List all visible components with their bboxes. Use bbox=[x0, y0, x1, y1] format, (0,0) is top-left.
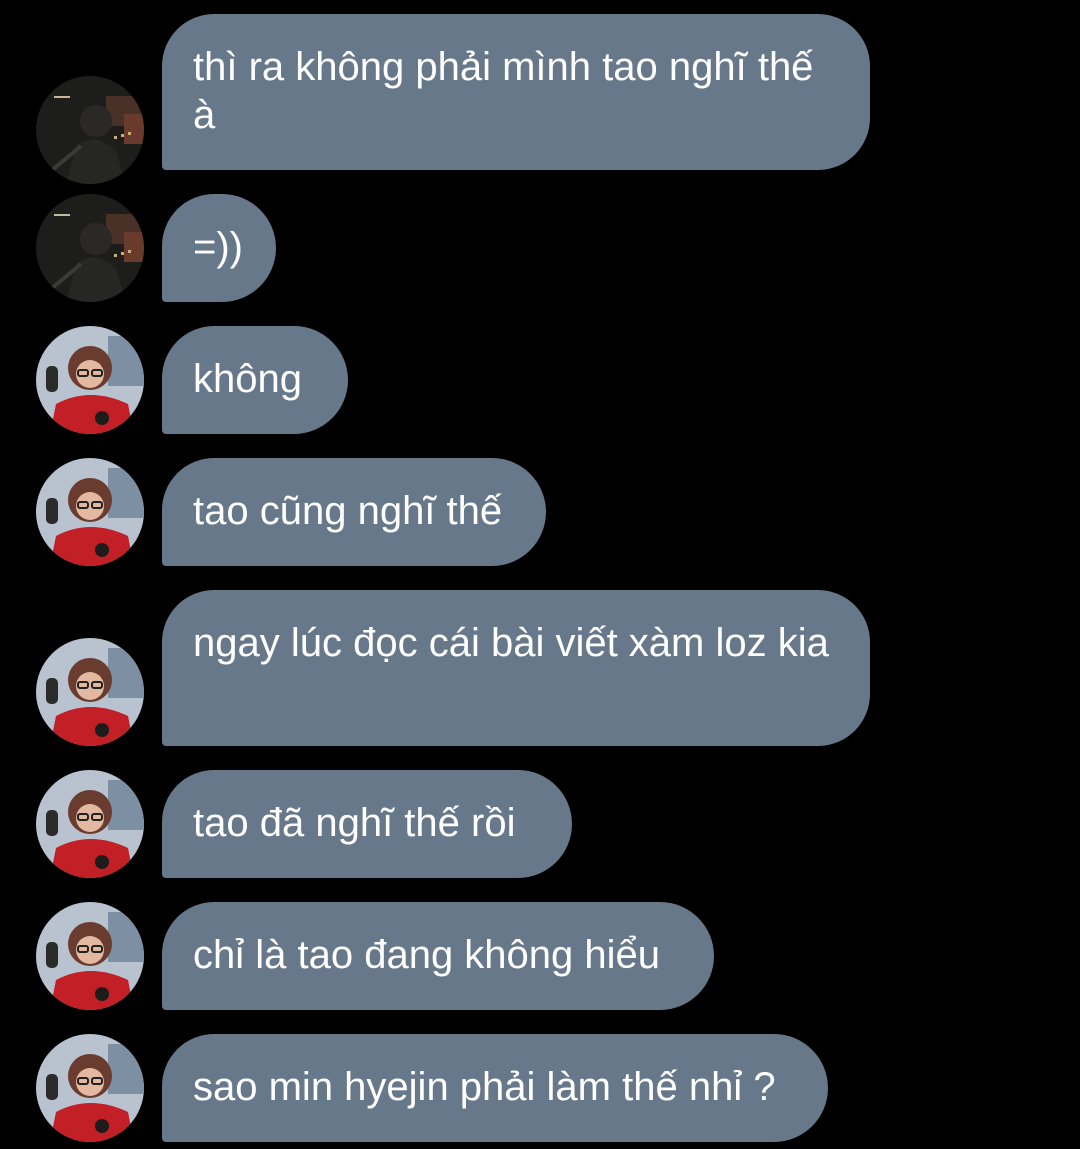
avatar[interactable] bbox=[36, 326, 144, 434]
message-bubble[interactable]: tao đã nghĩ thế rồi bbox=[162, 770, 572, 878]
avatar[interactable] bbox=[36, 76, 144, 184]
message-text: tao đã nghĩ thế rồi bbox=[193, 801, 516, 845]
message-bubble[interactable]: không bbox=[162, 326, 348, 434]
avatar-red-image bbox=[36, 770, 144, 878]
avatar[interactable] bbox=[36, 902, 144, 1010]
avatar-red-image bbox=[36, 638, 144, 746]
message-text: =)) bbox=[193, 225, 243, 269]
avatar-dark-image bbox=[36, 76, 144, 184]
message-bubble[interactable]: ngay lúc đọc cái bài viết xàm loz kia bbox=[162, 590, 870, 746]
message-text: tao cũng nghĩ thế bbox=[193, 489, 503, 533]
message-bubble[interactable]: tao cũng nghĩ thế bbox=[162, 458, 546, 566]
message-text: không bbox=[193, 357, 302, 401]
message-bubble[interactable]: chỉ là tao đang không hiểu bbox=[162, 902, 714, 1010]
message-text: ngay lúc đọc cái bài viết xàm loz kia bbox=[193, 621, 829, 665]
avatar-red-image bbox=[36, 1034, 144, 1142]
message-text: thì ra không phải mình tao nghĩ thế à bbox=[193, 45, 814, 137]
avatar[interactable] bbox=[36, 770, 144, 878]
message-bubble[interactable]: sao min hyejin phải làm thế nhỉ ? bbox=[162, 1034, 828, 1142]
avatar[interactable] bbox=[36, 458, 144, 566]
message-bubble[interactable]: thì ra không phải mình tao nghĩ thế à bbox=[162, 14, 870, 170]
avatar[interactable] bbox=[36, 1034, 144, 1142]
avatar-red-image bbox=[36, 458, 144, 566]
avatar-dark-image bbox=[36, 194, 144, 302]
avatar-red-image bbox=[36, 902, 144, 1010]
message-text: sao min hyejin phải làm thế nhỉ ? bbox=[193, 1065, 776, 1109]
message-bubble[interactable]: =)) bbox=[162, 194, 276, 302]
message-text: chỉ là tao đang không hiểu bbox=[193, 933, 661, 977]
message-thread: thì ra không phải mình tao nghĩ thế à =)… bbox=[0, 0, 1080, 1149]
avatar[interactable] bbox=[36, 194, 144, 302]
avatar[interactable] bbox=[36, 638, 144, 746]
avatar-red-image bbox=[36, 326, 144, 434]
